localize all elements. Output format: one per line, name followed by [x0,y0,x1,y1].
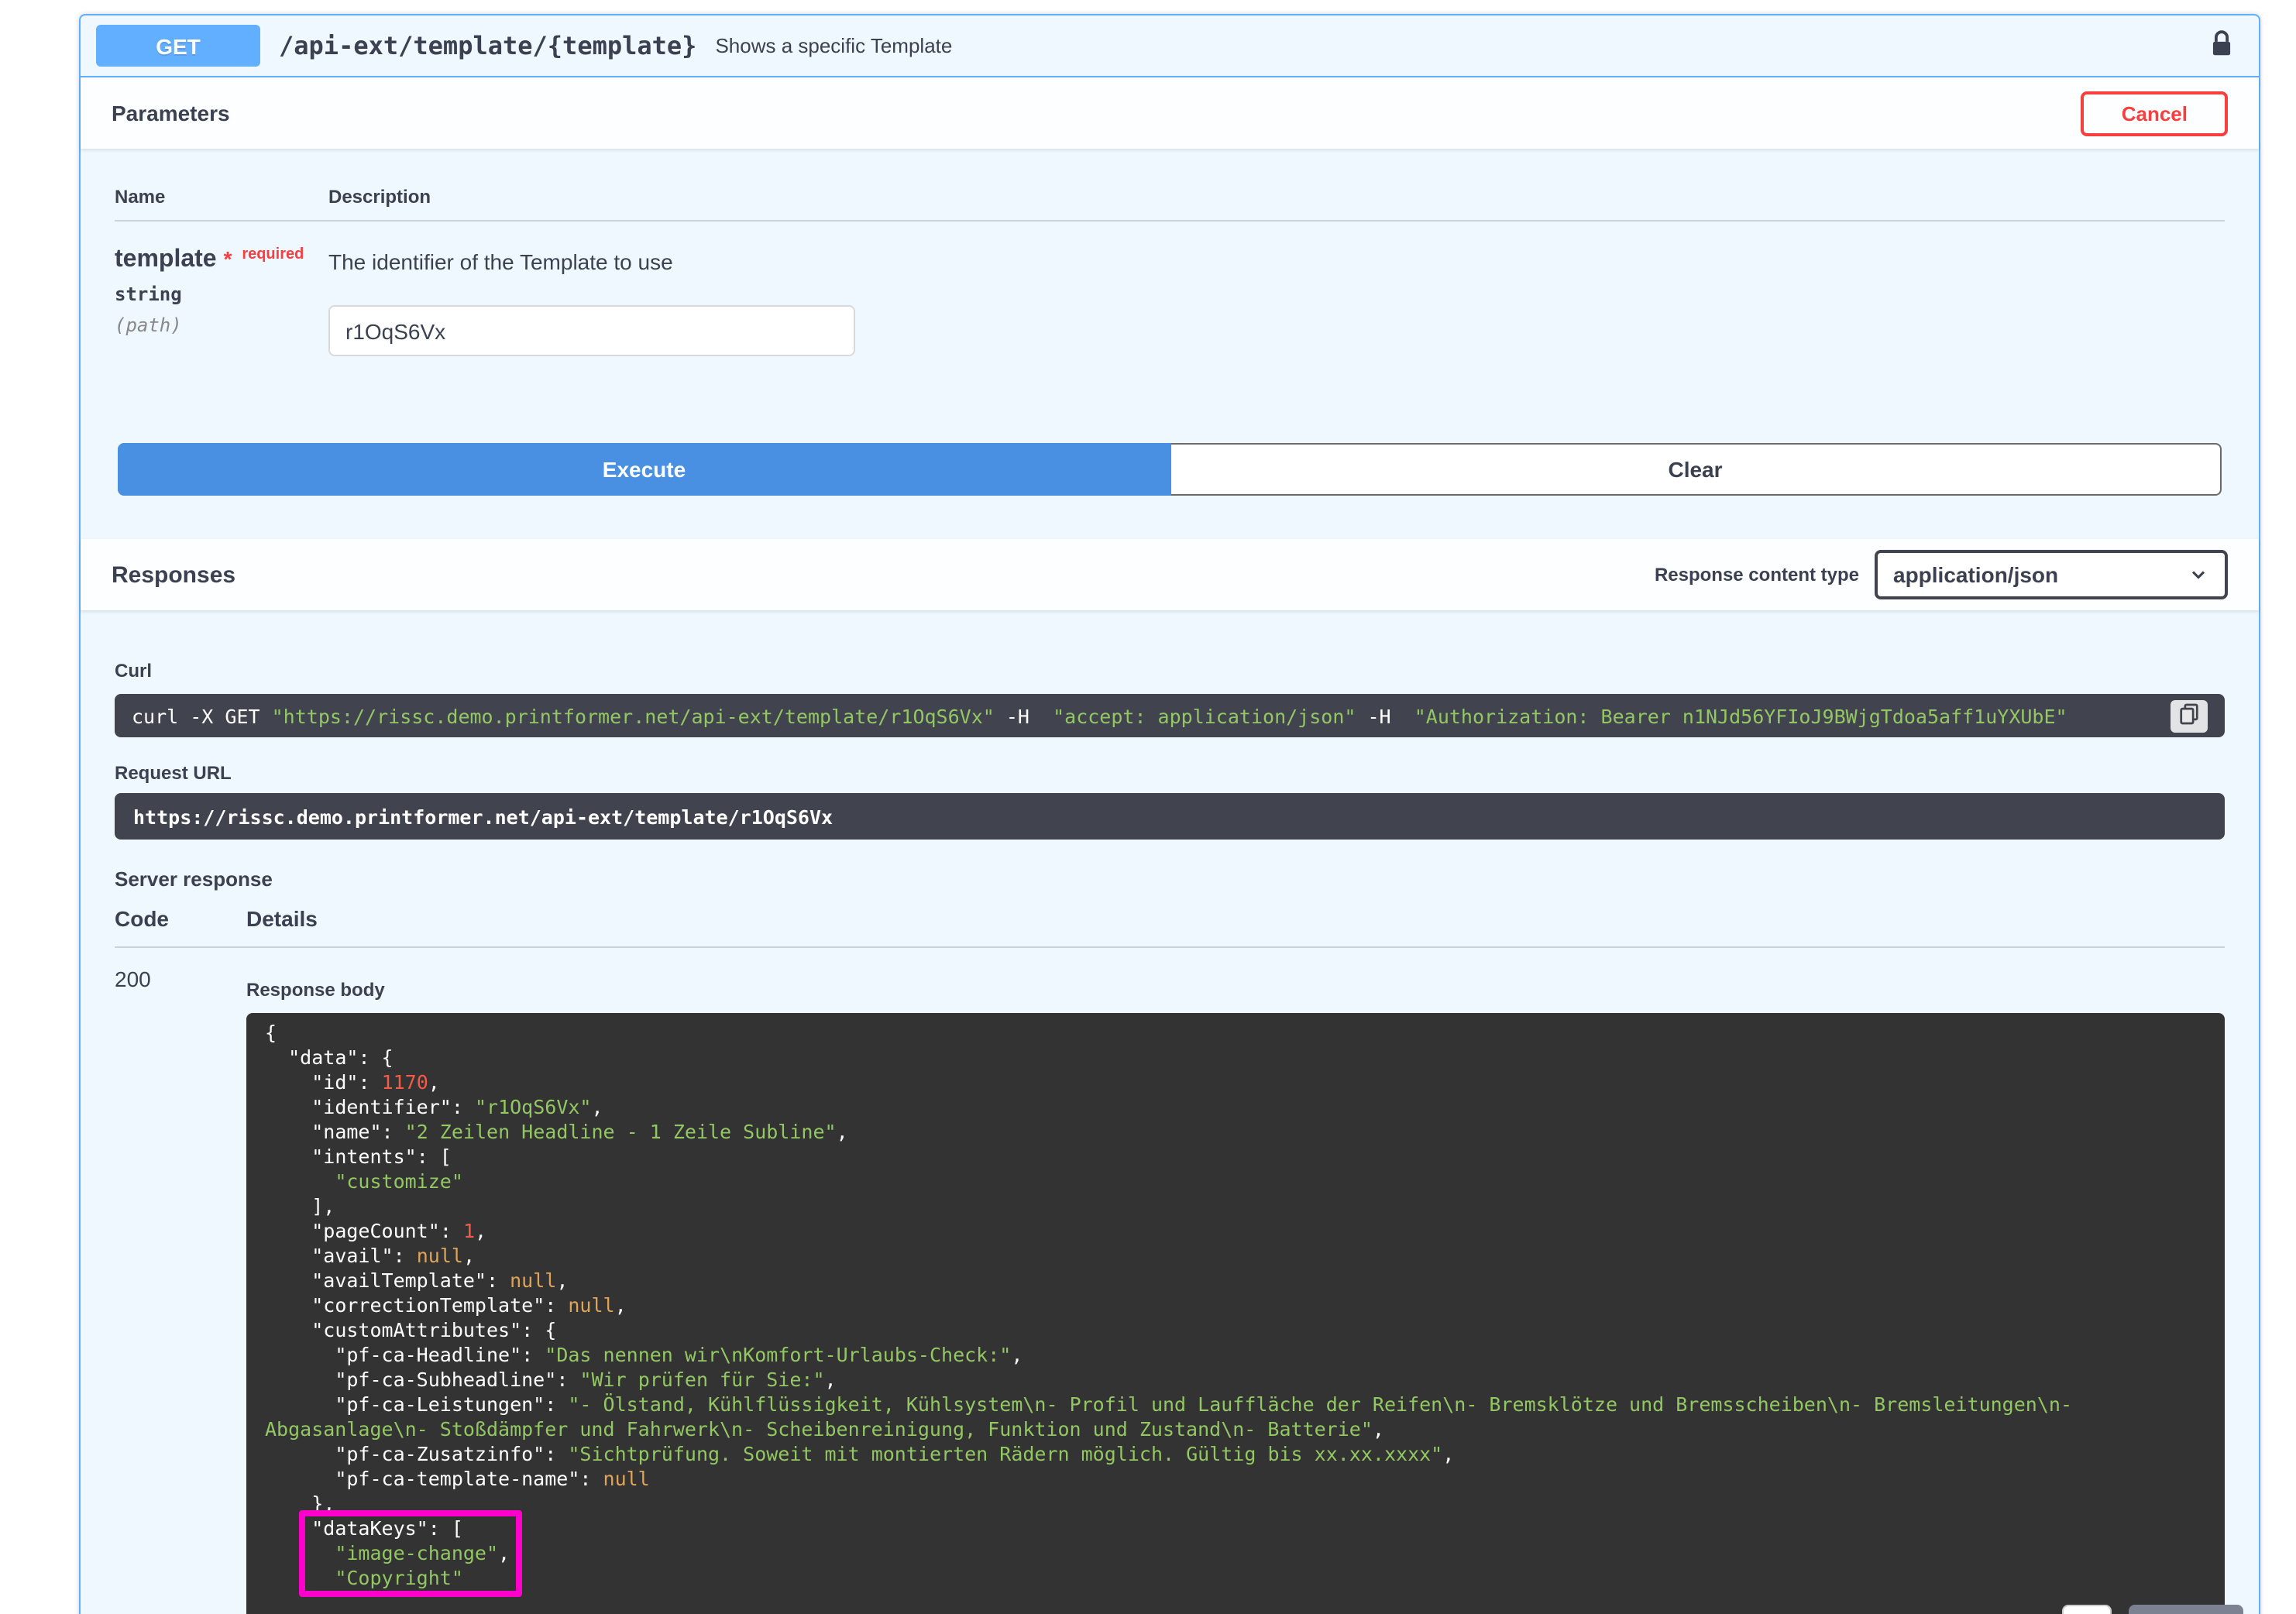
column-header-code: Code [115,906,246,931]
endpoint-path: /api-ext/template/{template} [279,31,696,60]
parameter-description-cell: The identifier of the Template to use [328,246,2225,356]
content-type-label: Response content type [1655,564,1859,586]
content-type-value: application/json [1893,562,2058,587]
parameter-row: template * required string (path) The id… [115,221,2225,356]
parameter-type: string [115,283,328,305]
response-content-type: Response content type application/json [1655,550,2228,599]
server-response-table-header: Code Details [115,891,2225,948]
execute-button[interactable]: Execute [118,443,1170,496]
request-url-block: https://rissc.demo.printformer.net/api-e… [115,793,2225,840]
copy-curl-button[interactable] [2171,699,2208,732]
cancel-button[interactable]: Cancel [2081,91,2228,136]
http-method-badge: GET [96,25,260,67]
copy-response-button[interactable] [2062,1605,2112,1614]
page: GET /api-ext/template/{template} Shows a… [0,0,2296,1614]
lock-icon [2209,39,2234,63]
parameters-table-header: Name Description [115,186,2225,221]
parameters-header: Parameters Cancel [81,77,2259,149]
template-value-input[interactable] [328,305,855,356]
responses-inner: Curl curl -X GET "https://rissc.demo.pri… [81,610,2259,1614]
curl-command: curl -X GET "https://rissc.demo.printfor… [132,704,2067,727]
parameters-table: Name Description template * required str… [81,149,2259,356]
required-star: * [224,246,232,271]
server-response-label: Server response [115,867,2225,891]
request-url: https://rissc.demo.printformer.net/api-e… [133,805,833,828]
parameter-meta: template * required string (path) [115,246,328,356]
clipboard-icon [2180,702,2198,729]
column-header-name: Name [115,186,328,208]
column-header-description: Description [328,186,2225,208]
curl-block: curl -X GET "https://rissc.demo.printfor… [115,694,2225,737]
responses-header: Responses Response content type applicat… [81,539,2259,610]
parameter-name: template * required [115,246,328,274]
auth-lock-button[interactable] [2200,26,2243,66]
request-url-label: Request URL [115,762,2225,784]
content-type-select[interactable]: application/json [1875,550,2228,599]
clear-button[interactable]: Clear [1170,443,2222,496]
response-json: { "data": { "id": 1170, "identifier": "r… [265,1021,2206,1591]
parameter-description: The identifier of the Template to use [328,249,2225,274]
curl-label: Curl [115,660,2225,682]
parameter-location: (path) [115,314,328,336]
column-header-details: Details [246,906,318,931]
response-body-block: { "data": { "id": 1170, "identifier": "r… [246,1013,2225,1614]
response-details: Response body { "data": { "id": 1170, "i… [246,967,2225,1614]
download-button[interactable]: Download [2129,1605,2243,1614]
endpoint-summary: Shows a specific Template [715,34,952,57]
required-label: required [242,246,304,263]
parameters-title: Parameters [112,101,230,125]
operation-block: GET /api-ext/template/{template} Shows a… [79,14,2260,1614]
operation-summary[interactable]: GET /api-ext/template/{template} Shows a… [81,15,2259,77]
chevron-down-icon [2188,564,2209,586]
status-code: 200 [115,967,246,1614]
responses-title: Responses [112,561,235,588]
response-body-label: Response body [246,979,2225,1001]
server-response-row: 200 Response body { "data": { "id": 1170… [115,948,2225,1614]
execute-row: Execute Clear [81,443,2259,496]
